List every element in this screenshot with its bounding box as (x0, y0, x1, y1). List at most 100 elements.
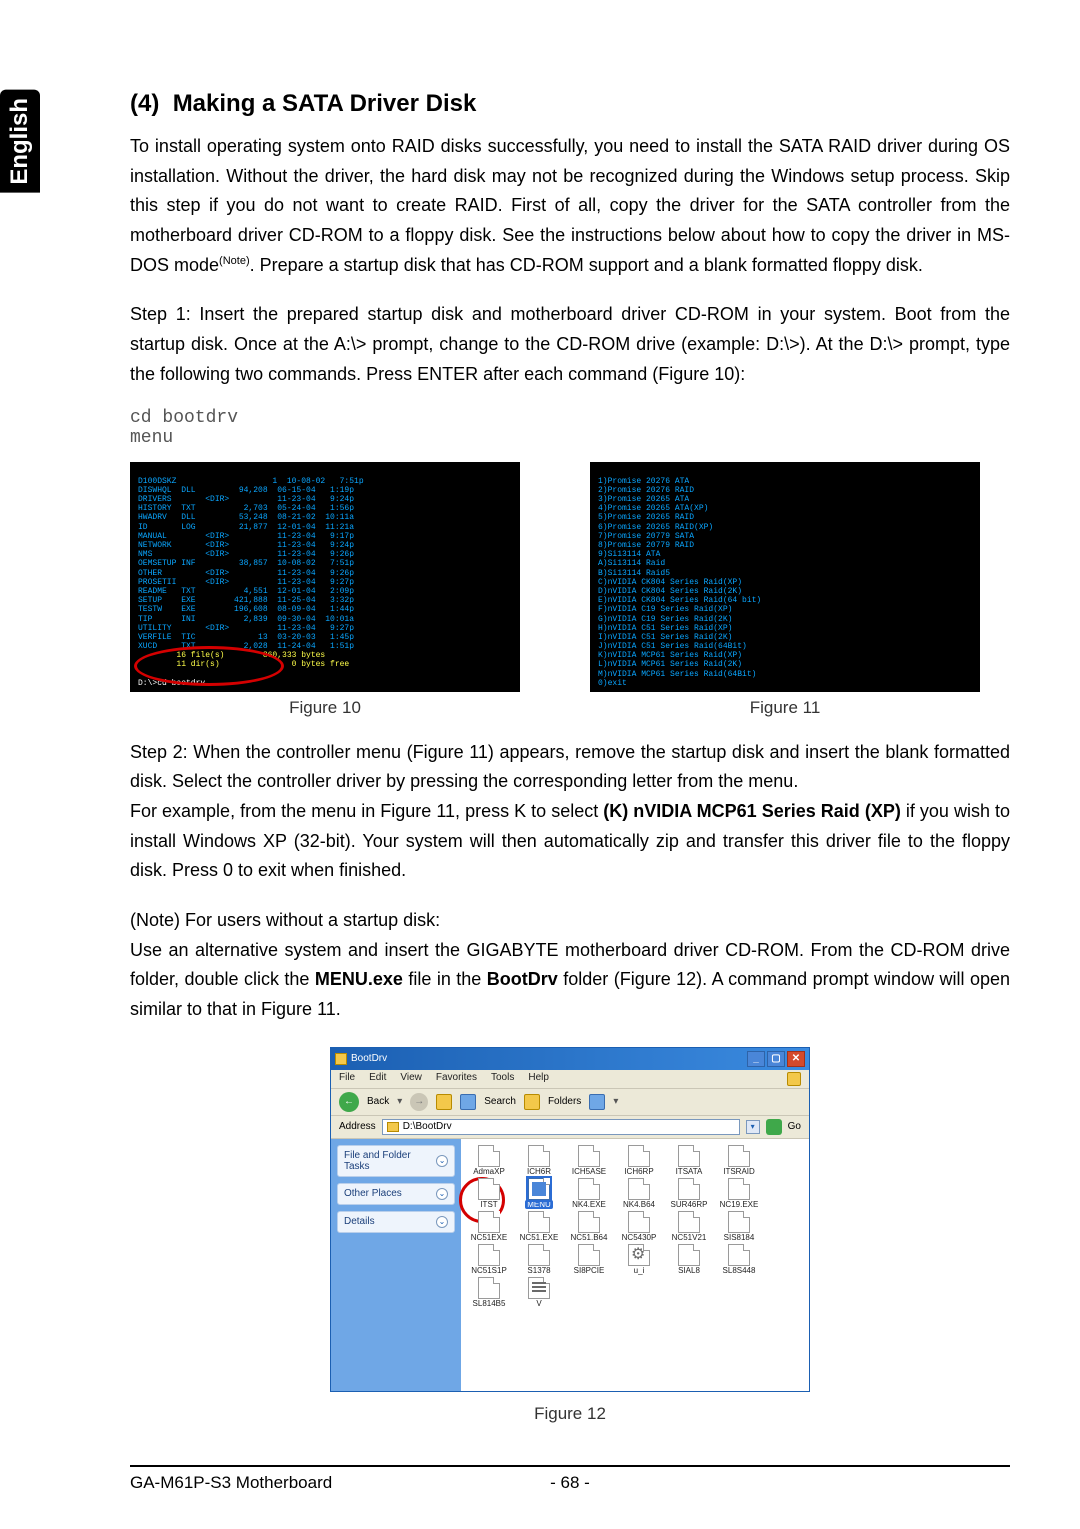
file-item[interactable]: SI8PCIE (565, 1244, 613, 1275)
figure12-wrap: BootDrv _ ▢ ✕ File Edit View Favorites T… (130, 1047, 1010, 1424)
side-card-label: Details (344, 1216, 375, 1227)
address-field[interactable]: D:\BootDrv (382, 1119, 740, 1135)
file-label: NC51.EXE (520, 1233, 559, 1242)
menu-edit[interactable]: Edit (369, 1072, 386, 1086)
highlight-circle-icon (134, 646, 284, 686)
dos-window-figure10: D100DSKZ 1 10-08-02 7:51p DISWHQL DLL 94… (130, 462, 520, 692)
file-icon (478, 1145, 500, 1167)
step1-paragraph: Step 1: Insert the prepared startup disk… (130, 300, 1010, 389)
note-paragraph: Use an alternative system and insert the… (130, 936, 1010, 1025)
chevron-down-icon[interactable]: ⌄ (436, 1155, 448, 1167)
chevron-down-icon[interactable]: ⌄ (436, 1188, 448, 1200)
file-item[interactable]: SIS8184 (715, 1211, 763, 1242)
side-details[interactable]: Details ⌄ (337, 1211, 455, 1233)
folder-icon (335, 1053, 347, 1065)
file-label: ITSRAID (723, 1167, 755, 1176)
up-folder-icon[interactable] (436, 1094, 452, 1110)
side-card-label: File and Folder Tasks (344, 1150, 436, 1172)
file-label: V (536, 1299, 541, 1308)
file-item[interactable]: ICH6RP (615, 1145, 663, 1176)
explorer-body: File and Folder Tasks ⌄ Other Places ⌄ D… (331, 1139, 809, 1391)
step2b-bold: (K) nVIDIA MCP61 Series Raid (XP) (603, 801, 901, 821)
file-item[interactable]: NC19.EXE (715, 1178, 763, 1209)
note-heading: (Note) For users without a startup disk: (130, 906, 1010, 936)
menu-help[interactable]: Help (528, 1072, 549, 1086)
footer-right-spacer (1005, 1473, 1010, 1493)
file-item[interactable]: SIAL8 (665, 1244, 713, 1275)
note-bold-menu-exe: MENU.exe (315, 969, 403, 989)
file-item[interactable]: u_i (615, 1244, 663, 1275)
chevron-down-icon[interactable]: ⌄ (436, 1216, 448, 1228)
address-dropdown-icon[interactable]: ▾ (746, 1120, 760, 1134)
minimize-button[interactable]: _ (747, 1051, 765, 1067)
menu-file[interactable]: File (339, 1072, 355, 1086)
file-item[interactable]: SL8S448 (715, 1244, 763, 1275)
side-other-places[interactable]: Other Places ⌄ (337, 1183, 455, 1205)
file-label: SL814B5 (473, 1299, 506, 1308)
folders-label[interactable]: Folders (548, 1096, 581, 1107)
file-item[interactable]: AdmaXP (465, 1145, 513, 1176)
file-item[interactable]: SUR46RP (665, 1178, 713, 1209)
figure11-caption: Figure 11 (590, 698, 980, 718)
file-label: SI8PCIE (574, 1266, 605, 1275)
file-icon (628, 1244, 650, 1266)
file-item[interactable]: ICH6R (515, 1145, 563, 1176)
file-label: MENU (525, 1200, 553, 1209)
file-label: SL8S448 (723, 1266, 756, 1275)
footer-page-number: - 68 - (550, 1473, 590, 1493)
file-icon (478, 1244, 500, 1266)
file-label: NC51S1P (471, 1266, 507, 1275)
file-icon (578, 1244, 600, 1266)
dos-dir-listing: D100DSKZ 1 10-08-02 7:51p DISWHQL DLL 94… (138, 477, 364, 651)
file-item[interactable]: S1378 (515, 1244, 563, 1275)
forward-button[interactable]: → (410, 1093, 428, 1111)
file-item[interactable]: V (515, 1277, 563, 1308)
side-panel: File and Folder Tasks ⌄ Other Places ⌄ D… (331, 1139, 461, 1391)
file-item[interactable]: ITSRAID (715, 1145, 763, 1176)
explorer-window: BootDrv _ ▢ ✕ File Edit View Favorites T… (330, 1047, 810, 1392)
close-button[interactable]: ✕ (787, 1051, 805, 1067)
main-content: (4) Making a SATA Driver Disk To install… (130, 90, 1010, 1424)
explorer-addressbar: Address D:\BootDrv ▾ Go (331, 1116, 809, 1139)
menu-favorites[interactable]: Favorites (436, 1072, 477, 1086)
file-icon (528, 1211, 550, 1233)
go-button-icon[interactable] (766, 1119, 782, 1135)
file-icon (578, 1211, 600, 1233)
search-icon[interactable] (460, 1094, 476, 1110)
file-item[interactable]: NK4.B64 (615, 1178, 663, 1209)
file-item[interactable]: NC51.B64 (565, 1211, 613, 1242)
file-label: u_i (634, 1266, 645, 1275)
intro-end: . Prepare a startup disk that has CD-ROM… (250, 255, 923, 275)
explorer-menubar: File Edit View Favorites Tools Help (331, 1070, 809, 1088)
file-item[interactable]: NK4.EXE (565, 1178, 613, 1209)
figure12-caption: Figure 12 (534, 1404, 606, 1424)
file-icon (728, 1178, 750, 1200)
file-item[interactable]: NC51.EXE (515, 1211, 563, 1242)
file-item[interactable]: MENU (515, 1178, 563, 1209)
back-label[interactable]: Back (367, 1096, 389, 1107)
file-item[interactable]: ITSATA (665, 1145, 713, 1176)
menu-tools[interactable]: Tools (491, 1072, 514, 1086)
commands-block: cd bootdrv menu (130, 408, 1010, 448)
side-file-folder-tasks[interactable]: File and Folder Tasks ⌄ (337, 1145, 455, 1177)
windows-logo-icon (787, 1072, 801, 1086)
views-icon[interactable] (589, 1094, 605, 1110)
file-label: SIS8184 (724, 1233, 755, 1242)
go-label[interactable]: Go (788, 1121, 801, 1132)
file-item[interactable]: NC5430P (615, 1211, 663, 1242)
folders-icon[interactable] (524, 1094, 540, 1110)
cmd-menu: menu (130, 428, 173, 448)
file-item[interactable]: SL814B5 (465, 1277, 513, 1308)
back-button[interactable]: ← (339, 1092, 359, 1112)
address-value: D:\BootDrv (403, 1121, 452, 1132)
search-label[interactable]: Search (484, 1096, 516, 1107)
file-icon (478, 1178, 500, 1200)
views-dropdown-icon[interactable]: ▾ (613, 1096, 618, 1107)
file-list-area[interactable]: AdmaXPICH6RICH5ASEICH6RPITSATAITSRAIDITS… (461, 1139, 809, 1391)
file-item[interactable]: NC51S1P (465, 1244, 513, 1275)
maximize-button[interactable]: ▢ (767, 1051, 785, 1067)
file-item[interactable]: ICH5ASE (565, 1145, 613, 1176)
menu-view[interactable]: View (400, 1072, 422, 1086)
toolbar-dropdown-icon[interactable]: ▾ (397, 1096, 402, 1107)
file-item[interactable]: NC51V21 (665, 1211, 713, 1242)
